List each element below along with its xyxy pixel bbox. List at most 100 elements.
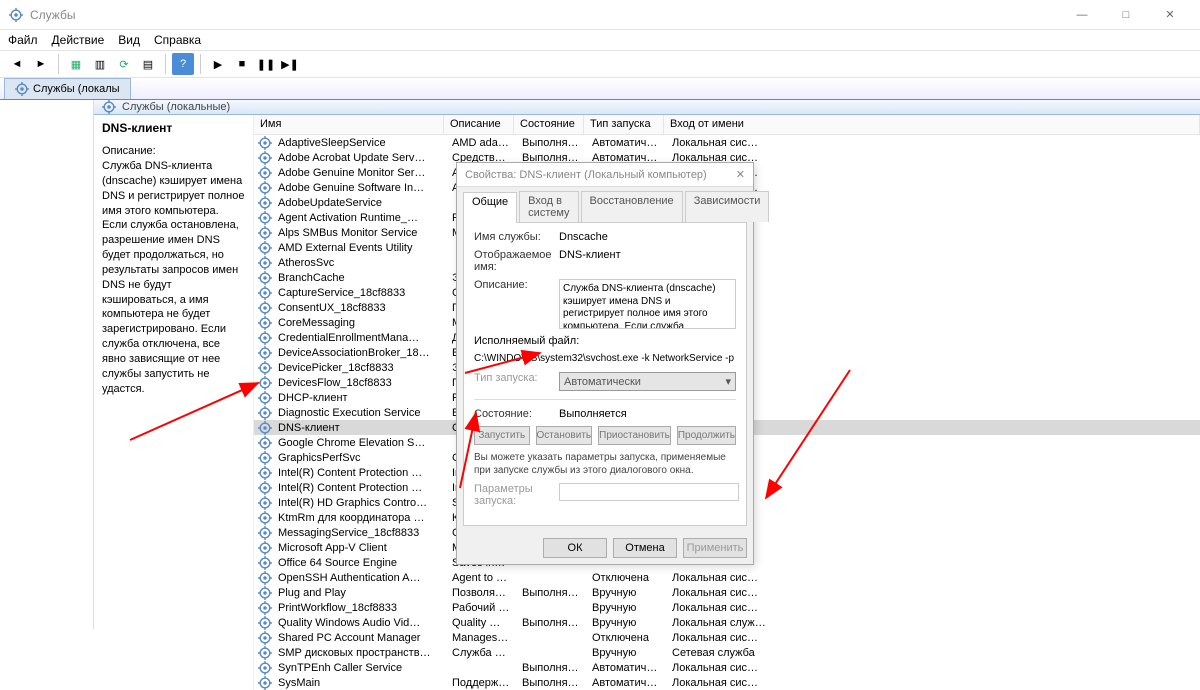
cell-name: BranchCache [272, 272, 446, 284]
maximize-button[interactable]: □ [1104, 0, 1148, 30]
gear-icon [258, 166, 272, 180]
gear-icon [258, 256, 272, 270]
minimize-button[interactable]: — [1060, 0, 1104, 30]
col-header-desc[interactable]: Описание [444, 115, 514, 134]
stop-button[interactable]: Остановить [536, 426, 593, 445]
col-header-name[interactable]: Имя [254, 115, 444, 134]
cell-name: KtmRm для координатора … [272, 512, 446, 524]
window-title: Службы [30, 8, 1060, 22]
export-button[interactable]: ▥ [89, 53, 111, 75]
tab-general[interactable]: Общие [463, 192, 517, 223]
gear-icon [258, 226, 272, 240]
cell-name: SysMain [272, 677, 446, 689]
cell-desc: Позволяет… [446, 587, 516, 599]
gear-icon [258, 286, 272, 300]
cell-desc: Agent to h… [446, 572, 516, 584]
gear-icon [258, 151, 272, 165]
tab-dependencies[interactable]: Зависимости [685, 191, 770, 222]
service-row[interactable]: Plug and PlayПозволяет…ВыполняетсяВручну… [254, 585, 1200, 600]
back-button[interactable]: ◄ [6, 53, 28, 75]
selected-service-title: DNS-клиент [102, 121, 245, 135]
cell-logon: Локальная сис… [666, 632, 1200, 644]
gear-icon [102, 100, 116, 114]
service-row[interactable]: AdaptiveSleepServiceAMD adap…Выполняется… [254, 135, 1200, 150]
gear-icon [258, 196, 272, 210]
cell-name: DNS-клиент [272, 422, 446, 434]
cell-name: Adobe Genuine Monitor Ser… [272, 167, 446, 179]
service-name-value: Dnscache [559, 231, 736, 243]
start-service-button[interactable]: ▶ [207, 53, 229, 75]
startup-type-select[interactable]: Автоматически▾ [559, 372, 736, 391]
cell-desc: Manages p… [446, 632, 516, 644]
col-header-logon[interactable]: Вход от имени [664, 115, 1200, 134]
dialog-titlebar[interactable]: Свойства: DNS-клиент (Локальный компьюте… [457, 163, 753, 187]
refresh-button[interactable]: ⟳ [113, 53, 135, 75]
menubar: Файл Действие Вид Справка [0, 30, 1200, 50]
params-label: Параметры запуска: [474, 483, 559, 507]
hint-text: Вы можете указать параметры запуска, при… [474, 451, 736, 477]
tree-tab-services[interactable]: Службы (локалы [4, 78, 131, 99]
cell-name: Intel(R) HD Graphics Contro… [272, 497, 446, 509]
service-row[interactable]: Quality Windows Audio Vid…Quality Wi…Вып… [254, 615, 1200, 630]
cancel-button[interactable]: Отмена [613, 538, 677, 558]
cell-start: Отключена [586, 572, 666, 584]
tab-logon[interactable]: Вход в систему [519, 191, 578, 222]
menu-view[interactable]: Вид [118, 33, 140, 47]
tab-recovery[interactable]: Восстановление [581, 191, 683, 222]
gear-icon [258, 481, 272, 495]
service-row[interactable]: SynTPEnh Caller ServiceВыполняетсяАвтома… [254, 660, 1200, 675]
gear-icon [258, 241, 272, 255]
description-label: Описание: [474, 279, 559, 291]
state-label: Состояние: [474, 408, 559, 420]
stop-service-button[interactable]: ■ [231, 53, 253, 75]
menu-help[interactable]: Справка [154, 33, 201, 47]
cell-start: Вручную [586, 647, 666, 659]
forward-button[interactable]: ► [30, 53, 52, 75]
cell-name: Adobe Genuine Software In… [272, 182, 446, 194]
cell-name: AMD External Events Utility [272, 242, 446, 254]
service-row[interactable]: SysMainПоддержи…ВыполняетсяАвтоматиче…Ло… [254, 675, 1200, 690]
cell-start: Вручную [586, 602, 666, 614]
service-row[interactable]: SMP дисковых пространств…Служба уз…Вручн… [254, 645, 1200, 660]
cell-name: Microsoft App-V Client [272, 542, 446, 554]
pause-service-button[interactable]: ❚❚ [255, 53, 277, 75]
startup-type-label: Тип запуска: [474, 372, 559, 384]
cell-name: SMP дисковых пространств… [272, 647, 446, 659]
gear-icon [258, 421, 272, 435]
close-button[interactable]: ✕ [1148, 0, 1192, 30]
cell-name: Office 64 Source Engine [272, 557, 446, 569]
state-value: Выполняется [559, 408, 736, 420]
pause-button[interactable]: Приостановить [598, 426, 671, 445]
service-row[interactable]: OpenSSH Authentication A…Agent to h…Откл… [254, 570, 1200, 585]
resume-button[interactable]: Продолжить [677, 426, 736, 445]
gear-icon [258, 646, 272, 660]
gear-icon [258, 346, 272, 360]
start-button[interactable]: Запустить [474, 426, 530, 445]
menu-file[interactable]: Файл [8, 33, 38, 47]
cell-name: CoreMessaging [272, 317, 446, 329]
col-header-start[interactable]: Тип запуска [584, 115, 664, 134]
dialog-close-button[interactable]: ✕ [736, 168, 745, 181]
gear-icon [258, 331, 272, 345]
col-header-state[interactable]: Состояние [514, 115, 584, 134]
service-row[interactable]: Shared PC Account ManagerManages p…Отклю… [254, 630, 1200, 645]
show-hide-tree-button[interactable]: ▦ [65, 53, 87, 75]
help-button[interactable]: ? [172, 53, 194, 75]
params-input[interactable] [559, 483, 739, 501]
cell-name: Agent Activation Runtime_… [272, 212, 446, 224]
gear-icon [258, 376, 272, 390]
gear-icon [258, 676, 272, 690]
chevron-down-icon: ▾ [725, 375, 731, 388]
restart-service-button[interactable]: ▶❚ [279, 53, 301, 75]
titlebar: Службы — □ ✕ [0, 0, 1200, 30]
apply-button[interactable]: Применить [683, 538, 747, 558]
gear-icon [258, 181, 272, 195]
ok-button[interactable]: ОК [543, 538, 607, 558]
cell-name: DevicePicker_18cf8833 [272, 362, 446, 374]
service-row[interactable]: PrintWorkflow_18cf8833Рабочий п…ВручнуюЛ… [254, 600, 1200, 615]
gear-icon [258, 136, 272, 150]
cell-logon: Локальная сис… [666, 602, 1200, 614]
properties-button[interactable]: ▤ [137, 53, 159, 75]
menu-action[interactable]: Действие [52, 33, 105, 47]
description-box[interactable]: Служба DNS-клиента (dnscache) кэширует и… [559, 279, 736, 329]
